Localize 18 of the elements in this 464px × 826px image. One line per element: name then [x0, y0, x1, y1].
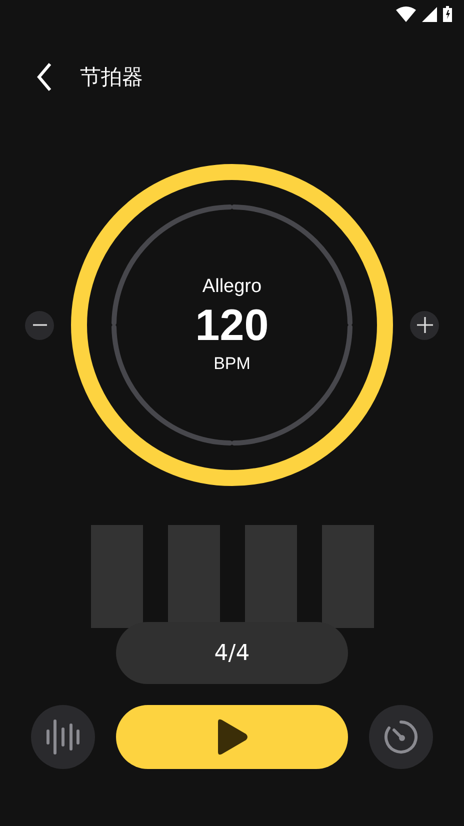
bpm-unit: BPM [214, 354, 250, 374]
minus-button[interactable] [25, 310, 54, 340]
page-title: 节拍器 [80, 64, 143, 91]
tempo-dial[interactable] [70, 163, 394, 487]
tempo-name: Allegro [202, 276, 262, 298]
battery-icon [443, 6, 452, 22]
plus-button[interactable] [410, 310, 439, 340]
sound-wave-icon [45, 717, 81, 757]
minus-icon [32, 324, 48, 326]
time-signature-button[interactable]: 4/4 [116, 622, 348, 684]
bpm-value: 120 [195, 302, 269, 350]
wifi-icon [396, 6, 416, 22]
plus-icon [416, 316, 434, 334]
chevron-left-icon [36, 62, 52, 92]
timer-icon [383, 719, 419, 755]
signal-icon [422, 6, 437, 22]
back-button[interactable] [36, 62, 52, 92]
play-icon [215, 717, 249, 757]
